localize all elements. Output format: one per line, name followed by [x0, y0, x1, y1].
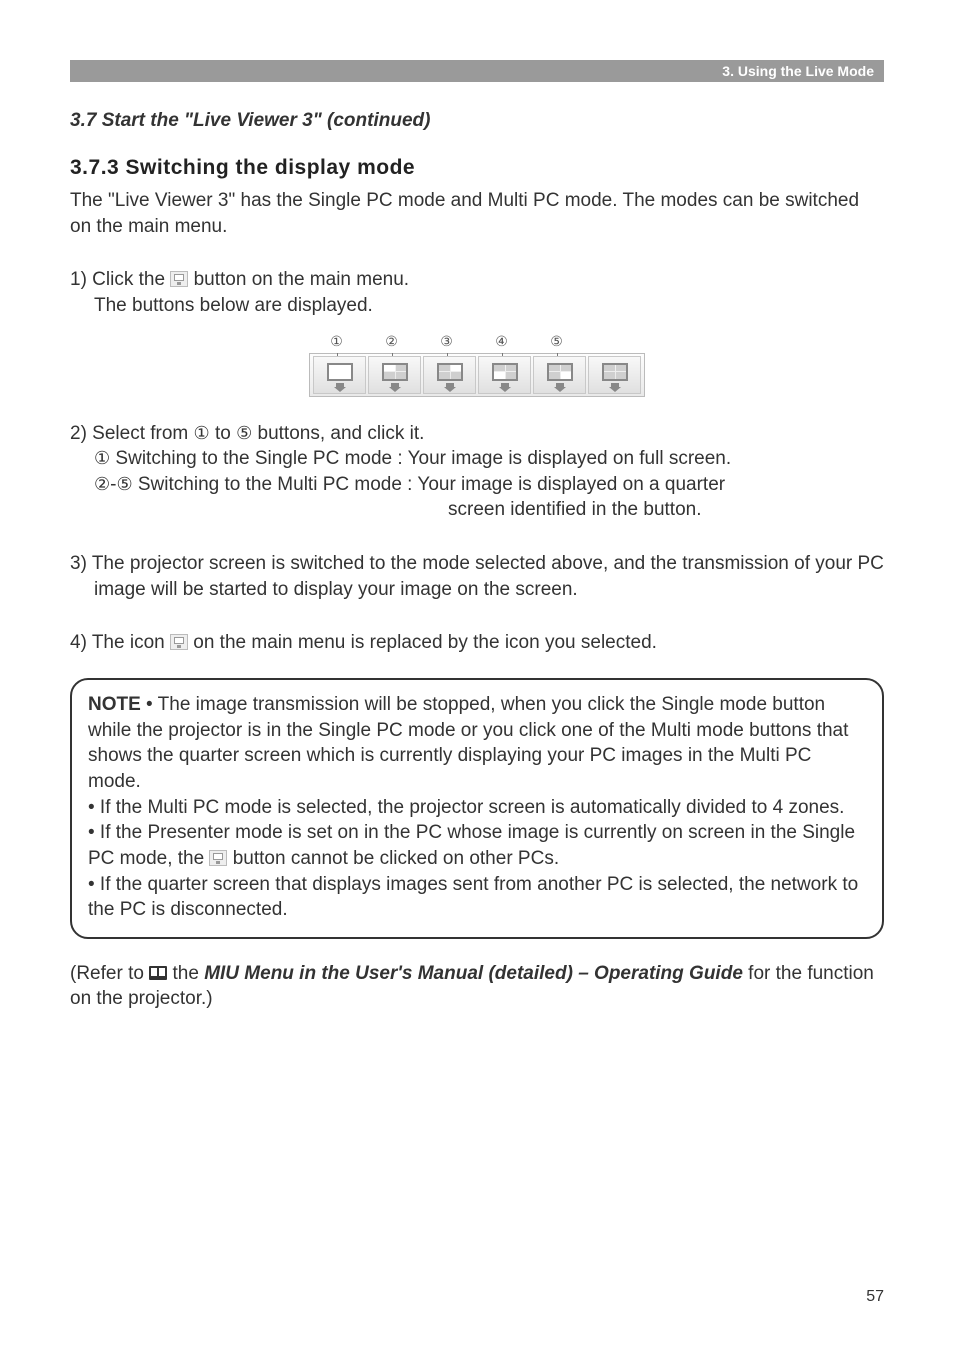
- circled-1b: ①: [94, 448, 110, 468]
- intro-text: The "Live Viewer 3" has the Single PC mo…: [70, 188, 884, 239]
- toolbar-btn-quad-tr[interactable]: [423, 356, 476, 394]
- note-box: NOTE • The image transmission will be st…: [70, 678, 884, 939]
- step-2: 2) Select from ① to ⑤ buttons, and click…: [70, 421, 884, 524]
- note-label: NOTE: [88, 694, 141, 715]
- step1-text-a: 1) Click the: [70, 269, 170, 290]
- step-4: 4) The icon on the main menu is replaced…: [70, 630, 884, 656]
- toolbar-btn-single[interactable]: [313, 356, 366, 394]
- display-mode-icon: [170, 271, 188, 287]
- step1-text-b: button on the main menu.: [188, 269, 409, 290]
- toolbar-btn-quad-br[interactable]: [533, 356, 586, 394]
- display-mode-icon-3: [209, 850, 227, 866]
- step-1: 1) Click the button on the main menu. Th…: [70, 267, 884, 318]
- note-bullet-1: • The image transmission will be stopped…: [88, 694, 848, 792]
- toolbar-btn-all-grey[interactable]: [588, 356, 641, 394]
- page-content: 3.7 Start the "Live Viewer 3" (continued…: [70, 110, 884, 1026]
- page-number: 57: [866, 1288, 884, 1306]
- step-3-full: 3) The projector screen is switched to t…: [70, 551, 884, 602]
- step2-c: buttons, and click it.: [252, 423, 424, 444]
- section-continued-title: 3.7 Start the "Live Viewer 3" (continued…: [70, 110, 884, 132]
- step4-b: on the main menu is replaced by the icon…: [188, 632, 657, 653]
- num-3: ③: [440, 333, 453, 349]
- toolbar: [309, 353, 645, 397]
- subsection-heading: 3.7.3 Switching the display mode: [70, 156, 884, 180]
- display-mode-icon-2: [170, 634, 188, 650]
- toolbar-number-row: ① ② ③ ④ ⑤: [309, 333, 645, 353]
- circled-5: ⑤: [236, 423, 252, 443]
- ref-prefix: (Refer to: [70, 963, 149, 984]
- toolbar-btn-quad-tl[interactable]: [368, 356, 421, 394]
- ref-link: the: [167, 963, 204, 984]
- book-icon: [149, 966, 167, 980]
- step4-a: 4) The icon: [70, 632, 170, 653]
- step2-line3: screen identified in the button.: [448, 497, 884, 523]
- num-1: ①: [330, 333, 343, 349]
- header-bar: 3. Using the Live Mode: [70, 60, 884, 82]
- num-5: ⑤: [550, 333, 563, 349]
- step1-text-c: The buttons below are displayed.: [94, 293, 884, 319]
- circled-1: ①: [194, 423, 210, 443]
- toolbar-btn-quad-bl[interactable]: [478, 356, 531, 394]
- circled-5b: ⑤: [116, 474, 132, 494]
- note-bullet-4: • If the quarter screen that displays im…: [88, 872, 866, 923]
- circled-2: ②: [94, 474, 110, 494]
- num-4: ④: [495, 333, 508, 349]
- chapter-label: 3. Using the Live Mode: [722, 63, 874, 79]
- reference-line: (Refer to the MIU Menu in the User's Man…: [70, 961, 884, 1012]
- step2-line1: Switching to the Single PC mode : Your i…: [110, 448, 731, 469]
- note-bullet-2: • If the Multi PC mode is selected, the …: [88, 795, 866, 821]
- step2-line2: Switching to the Multi PC mode : Your im…: [133, 474, 726, 495]
- note-bullet-3b: button cannot be clicked on other PCs.: [227, 848, 559, 869]
- step2-b: to: [210, 423, 236, 444]
- num-2: ②: [385, 333, 398, 349]
- step2-a: 2) Select from: [70, 423, 194, 444]
- ref-title: MIU Menu in the User's Manual (detailed)…: [204, 963, 743, 984]
- toolbar-figure: ① ② ③ ④ ⑤: [70, 333, 884, 397]
